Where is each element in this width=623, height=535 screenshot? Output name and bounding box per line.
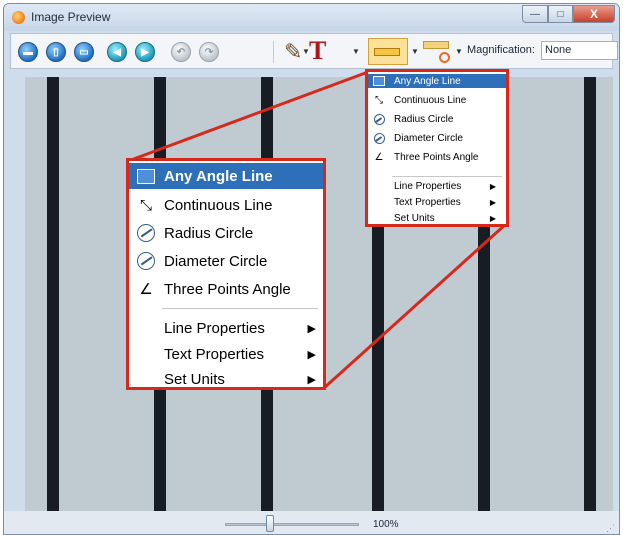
scale-bar [584, 77, 596, 512]
app-icon [12, 11, 25, 24]
menu-item-set-units[interactable]: Set Units ▶ [368, 211, 506, 225]
redo-icon: ↷ [204, 46, 214, 58]
next-button[interactable]: ▶ [135, 42, 155, 62]
submenu-arrow-icon: ▶ [489, 213, 496, 223]
minimize-button[interactable]: — [522, 5, 548, 23]
submenu-arrow-icon: ▶ [489, 197, 496, 207]
title-bar[interactable]: Image Preview — □ X [4, 4, 619, 31]
menu-separator [162, 308, 318, 309]
menu-item-text-properties[interactable]: Text Properties ▶ [368, 195, 506, 209]
save-button[interactable]: ▬ [18, 42, 38, 62]
menu-item-radius-circle[interactable]: Radius Circle [129, 220, 323, 246]
diameter-circle-icon [372, 132, 386, 144]
measure-dropdown-menu: Any Angle Line ⤡ Continuous Line Radius … [365, 69, 509, 227]
maximize-button[interactable]: □ [548, 5, 573, 23]
radius-circle-icon [135, 222, 157, 244]
menu-item-diameter-circle[interactable]: Diameter Circle [129, 248, 323, 274]
previous-button[interactable]: ◀ [107, 42, 127, 62]
toolbar: ▬ ▯ ▭ ◀ ▶ ↶ ↷ ✎ ▼ T ▼ ▼ ▼ Magnification:… [10, 33, 618, 69]
calibrate-ruler-icon[interactable] [423, 41, 449, 49]
document-icon: ▯ [53, 46, 59, 58]
menu-item-continuous-line[interactable]: ⤡ Continuous Line [368, 93, 506, 107]
undo-button[interactable]: ↶ [171, 42, 191, 62]
magnification-field[interactable]: None [541, 41, 618, 60]
undo-icon: ↶ [176, 46, 186, 58]
redo-button[interactable]: ↷ [199, 42, 219, 62]
menu-item-three-points-angle[interactable]: ∠ Three Points Angle [368, 150, 506, 164]
chevron-down-icon[interactable]: ▼ [455, 47, 463, 56]
continuous-line-icon: ⤡ [375, 94, 383, 106]
menu-item-text-properties[interactable]: Text Properties ▶ [129, 341, 323, 367]
submenu-arrow-icon: ▶ [307, 348, 316, 361]
scale-bar [47, 77, 59, 512]
text-tool-button[interactable]: T [309, 38, 326, 64]
zoom-slider-thumb[interactable] [266, 515, 274, 532]
menu-item-line-properties[interactable]: Line Properties ▶ [129, 315, 323, 341]
arrow-left-icon: ◀ [113, 46, 121, 58]
chevron-down-icon[interactable]: ▼ [411, 47, 419, 56]
menu-separator [392, 176, 502, 177]
any-angle-line-icon [372, 75, 386, 87]
diameter-circle-icon [135, 250, 157, 272]
menu-item-set-units[interactable]: Set Units ▶ [129, 366, 323, 392]
continuous-line-icon: ⤡ [139, 196, 152, 214]
ruler-icon [374, 48, 400, 56]
chevron-down-icon[interactable]: ▼ [352, 47, 360, 56]
menu-item-diameter-circle[interactable]: Diameter Circle [368, 131, 506, 145]
window-title: Image Preview [31, 10, 111, 24]
magnification-label: Magnification: [467, 44, 535, 56]
any-angle-line-icon [135, 165, 157, 187]
submenu-arrow-icon: ▶ [307, 322, 316, 335]
new-document-button[interactable]: ▯ [46, 42, 66, 62]
menu-item-any-angle-line[interactable]: Any Angle Line [368, 74, 506, 88]
measure-dropdown-menu-zoomed: Any Angle Line ⤡ Continuous Line Radius … [126, 158, 326, 390]
arrow-right-icon: ▶ [141, 46, 149, 58]
menu-item-continuous-line[interactable]: ⤡ Continuous Line [129, 192, 323, 218]
pencil-icon[interactable]: ✎ [284, 41, 302, 63]
close-button[interactable]: X [573, 5, 615, 23]
status-bar: 100% ⋰ [4, 511, 619, 534]
menu-item-any-angle-line[interactable]: Any Angle Line [129, 163, 323, 189]
menu-item-three-points-angle[interactable]: ∠ Three Points Angle [129, 276, 323, 302]
measure-tool-button[interactable] [368, 38, 408, 65]
save-disk-icon: ▬ [23, 46, 33, 58]
printer-icon: ▭ [79, 46, 89, 58]
angle-icon: ∠ [139, 281, 153, 298]
menu-item-radius-circle[interactable]: Radius Circle [368, 112, 506, 126]
menu-item-line-properties[interactable]: Line Properties ▶ [368, 179, 506, 193]
toolbar-separator [273, 41, 274, 63]
zoom-slider-track[interactable] [225, 523, 359, 526]
resize-grip-icon[interactable]: ⋰ [606, 523, 615, 534]
submenu-arrow-icon: ▶ [307, 373, 316, 386]
radius-circle-icon [372, 113, 386, 125]
submenu-arrow-icon: ▶ [489, 181, 496, 191]
calibrate-target-icon [439, 52, 450, 63]
angle-icon: ∠ [374, 151, 384, 163]
zoom-level: 100% [373, 519, 399, 530]
print-button[interactable]: ▭ [74, 42, 94, 62]
